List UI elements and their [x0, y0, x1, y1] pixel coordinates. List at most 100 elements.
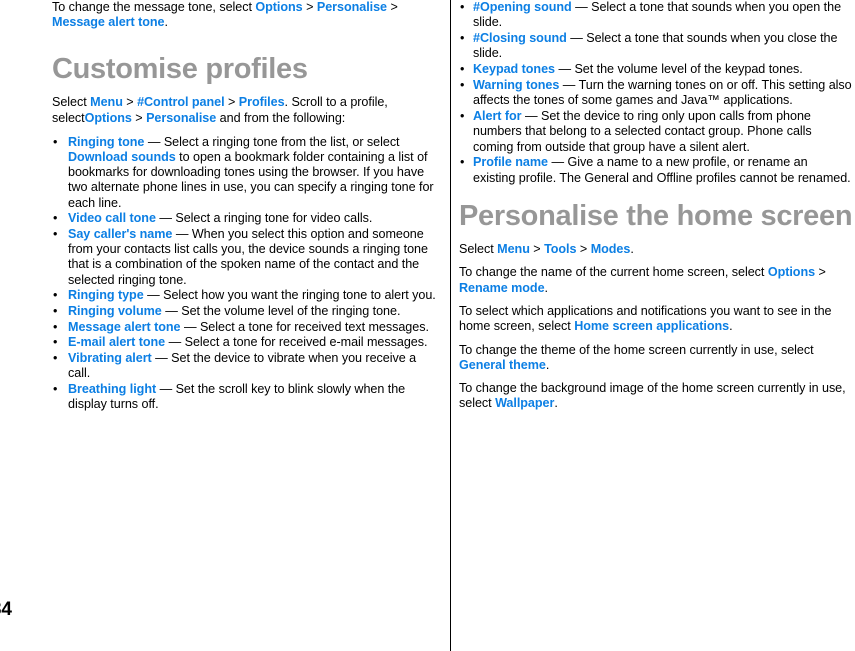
link-options[interactable]: Options [768, 265, 815, 279]
em-dash: — [147, 134, 161, 149]
home-screen-applications-paragraph: To select which applications and notific… [459, 304, 853, 335]
setting-term[interactable]: Ringing tone [68, 135, 144, 149]
text-fragment: . [729, 319, 733, 334]
setting-description: Set the volume level of the keypad tones… [574, 62, 803, 77]
setting-term[interactable]: Profile name [473, 155, 548, 169]
path-separator: > [135, 110, 143, 125]
link-rename-mode[interactable]: Rename mode [459, 281, 545, 295]
link-menu[interactable]: Menu [497, 242, 530, 256]
setting-term[interactable]: Alert for [473, 109, 522, 123]
right-column: • #Opening sound — Select a tone that so… [450, 0, 855, 651]
profile-settings-list: • Ringing tone — Select a ringing tone f… [52, 135, 436, 413]
setting-term[interactable]: Ringing type [68, 288, 144, 302]
em-dash: — [168, 335, 182, 350]
em-dash: — [159, 382, 173, 397]
list-item: • Vibrating alert — Set the device to vi… [52, 351, 436, 381]
setting-term[interactable]: Message alert tone [68, 320, 181, 334]
bullet-icon: • [53, 382, 58, 397]
setting-term[interactable]: #Closing sound [473, 31, 567, 45]
bullet-icon: • [53, 319, 58, 334]
setting-term[interactable]: Say caller's name [68, 227, 172, 241]
setting-description: Set the device to ring only upon calls f… [473, 109, 812, 154]
em-dash: — [551, 155, 564, 170]
setting-term[interactable]: Warning tones [473, 78, 559, 92]
general-theme-paragraph: To change the theme of the home screen c… [459, 343, 853, 374]
bullet-icon: • [460, 0, 465, 14]
list-item: • #Opening sound — Select a tone that so… [459, 0, 853, 31]
list-item: • Alert for — Set the device to ring onl… [459, 109, 853, 155]
setting-description: Set the volume level of the ringing tone… [181, 304, 401, 319]
list-item: • Video call tone — Select a ringing ton… [52, 211, 436, 226]
em-dash: — [524, 109, 538, 124]
path-separator: > [306, 0, 314, 14]
link-options[interactable]: Options [255, 0, 302, 14]
list-item: • Ringing tone — Select a ringing tone f… [52, 135, 436, 211]
em-dash: — [183, 319, 197, 334]
setting-term[interactable]: E-mail alert tone [68, 335, 165, 349]
text-fragment: Select [459, 242, 498, 257]
setting-term[interactable]: Vibrating alert [68, 351, 152, 365]
bullet-icon: • [53, 351, 58, 366]
two-column-body: To change the message tone, select Optio… [0, 0, 855, 651]
setting-term[interactable]: Breathing light [68, 382, 156, 396]
setting-term[interactable]: Ringing volume [68, 304, 162, 318]
link-personalise-2[interactable]: Personalise [146, 111, 216, 125]
setting-term[interactable]: Video call tone [68, 211, 156, 225]
modes-path-paragraph: Select Menu > Tools > Modes. [459, 242, 853, 257]
link-profiles[interactable]: Profiles [239, 95, 285, 109]
link-modes[interactable]: Modes [591, 242, 631, 256]
em-dash: — [175, 227, 189, 242]
link-message-alert-tone[interactable]: Message alert tone [52, 15, 165, 29]
em-dash: — [165, 304, 178, 319]
link-download-sounds[interactable]: Download sounds [68, 150, 176, 164]
link-home-screen-applications[interactable]: Home screen applications [574, 319, 729, 333]
bullet-icon: • [53, 304, 58, 319]
rename-mode-paragraph: To change the name of the current home s… [459, 265, 853, 296]
text-fragment: . [545, 357, 550, 372]
left-column: To change the message tone, select Optio… [0, 0, 450, 651]
bullet-icon: • [460, 31, 465, 46]
bullet-icon: • [53, 211, 58, 226]
text-fragment: To change the name of the current home s… [459, 265, 768, 280]
link-personalise[interactable]: Personalise [317, 0, 387, 14]
text-fragment: To change the message tone, select [52, 0, 256, 14]
heading-personalise-home-screen: Personalise the home screen [459, 200, 853, 233]
setting-term[interactable]: Keypad tones [473, 62, 555, 76]
text-fragment: . [554, 396, 558, 411]
link-wallpaper[interactable]: Wallpaper [495, 396, 554, 410]
manual-page: 34 To change the message tone, select Op… [0, 0, 855, 651]
em-dash: — [570, 31, 583, 46]
em-dash: — [562, 77, 576, 92]
path-separator: > [390, 0, 398, 14]
text-fragment: . [630, 242, 634, 257]
em-dash: — [575, 0, 588, 14]
list-item: • Ringing volume — Set the volume level … [52, 304, 436, 319]
path-separator: > [227, 95, 236, 110]
text-fragment: . [544, 280, 549, 295]
link-control-panel[interactable]: #Control panel [137, 95, 225, 109]
path-separator: > [579, 242, 588, 257]
path-separator: > [126, 95, 134, 110]
bullet-icon: • [460, 62, 465, 77]
setting-description: Select a tone for received text messages… [199, 319, 429, 334]
link-tools[interactable]: Tools [544, 242, 576, 256]
bullet-icon: • [460, 77, 465, 92]
link-options-2[interactable]: Options [85, 111, 132, 125]
list-item: • E-mail alert tone — Select a tone for … [52, 335, 436, 350]
list-item: • Ringing type — Select how you want the… [52, 288, 436, 303]
list-item: • Keypad tones — Set the volume level of… [459, 62, 853, 77]
list-item: • Say caller's name — When you select th… [52, 227, 436, 288]
setting-description: Select how you want the ringing tone to … [163, 288, 436, 303]
link-general-theme[interactable]: General theme [459, 358, 546, 372]
text-fragment: Select [52, 95, 91, 110]
bullet-icon: • [460, 155, 465, 170]
em-dash: — [155, 351, 168, 366]
profiles-path-paragraph: Select Menu > #Control panel > Profiles.… [52, 95, 436, 125]
setting-description: Select a ringing tone for video calls. [175, 211, 373, 226]
bullet-icon: • [53, 335, 58, 350]
link-menu[interactable]: Menu [90, 95, 123, 109]
setting-term[interactable]: #Opening sound [473, 0, 572, 14]
path-separator: > [533, 242, 541, 257]
bullet-icon: • [53, 288, 58, 303]
list-item: • Breathing light — Set the scroll key t… [52, 382, 436, 412]
